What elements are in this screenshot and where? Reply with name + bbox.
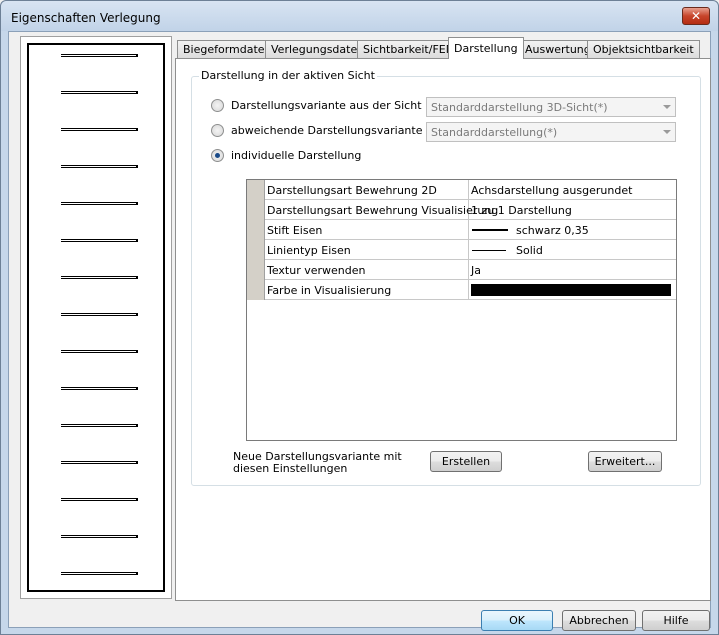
grid-row[interactable]: Linientyp Eisen Solid bbox=[247, 240, 676, 260]
chevron-down-icon bbox=[663, 105, 671, 109]
row-handle bbox=[247, 260, 265, 280]
row-handle bbox=[247, 280, 265, 300]
display-groupbox: Darstellung in der aktiven Sicht Darstel… bbox=[191, 69, 701, 486]
radio-label: abweichende Darstellungsvariante bbox=[231, 124, 423, 137]
radio-button[interactable] bbox=[211, 124, 224, 137]
row-handle bbox=[247, 180, 265, 200]
property-name: Stift Eisen bbox=[265, 220, 469, 240]
radio-button[interactable] bbox=[211, 99, 224, 112]
tab-sichtbarkeit-fem[interactable]: Sichtbarkeit/FEM bbox=[357, 40, 462, 58]
rebar-line bbox=[61, 165, 138, 168]
radio-button-checked[interactable] bbox=[211, 149, 224, 162]
property-value-linetype[interactable]: Solid bbox=[469, 240, 676, 260]
property-value[interactable]: Ja bbox=[469, 260, 676, 280]
tab-darstellung[interactable]: Darstellung bbox=[448, 37, 524, 59]
rebar-line bbox=[61, 313, 138, 316]
chevron-down-icon bbox=[663, 130, 671, 134]
property-name: Darstellungsart Bewehrung Visualisierung bbox=[265, 200, 498, 220]
property-name: Farbe in Visualisierung bbox=[265, 280, 469, 300]
view-variant-select: Standarddarstellung 3D-Sicht(*) bbox=[426, 97, 676, 117]
rebar-line bbox=[61, 350, 138, 353]
title-bar[interactable]: Eigenschaften Verlegung ✕ bbox=[1, 1, 718, 31]
pen-label: schwarz 0,35 bbox=[516, 224, 589, 237]
dialog-window: Eigenschaften Verlegung ✕ Biegeformdaten… bbox=[0, 0, 719, 635]
help-button[interactable]: Hilfe bbox=[642, 610, 710, 631]
tab-objektsichtbarkeit[interactable]: Objektsichtbarkeit bbox=[587, 40, 700, 58]
rebar-line bbox=[61, 239, 138, 242]
property-value-color[interactable] bbox=[469, 280, 676, 300]
ok-button[interactable]: OK bbox=[481, 610, 553, 631]
dialog-client: Biegeformdaten Verlegungsdaten Sichtbark… bbox=[8, 31, 711, 631]
advanced-button[interactable]: Erweitert... bbox=[588, 451, 662, 472]
property-name: Darstellungsart Bewehrung 2D bbox=[265, 180, 469, 200]
radio-label: individuelle Darstellung bbox=[231, 149, 362, 162]
grid-row[interactable]: Farbe in Visualisierung bbox=[247, 280, 676, 300]
rebar-preview bbox=[27, 43, 165, 592]
property-value-pen[interactable]: schwarz 0,35 bbox=[469, 220, 676, 240]
deviating-variant-select: Standarddarstellung(*) bbox=[426, 122, 676, 142]
property-value[interactable]: 1 zu 1 Darstellung bbox=[469, 200, 676, 220]
rebar-line bbox=[61, 461, 138, 464]
color-swatch bbox=[471, 284, 671, 296]
radio-label: Darstellungsvariante aus der Sicht bbox=[231, 99, 422, 112]
preview-panel bbox=[20, 36, 172, 599]
new-variant-label: Neue Darstellungsvariante mit diesen Ein… bbox=[233, 450, 402, 475]
row-handle bbox=[247, 240, 265, 260]
rebar-line bbox=[61, 128, 138, 131]
grid-row[interactable]: Textur verwenden Ja bbox=[247, 260, 676, 280]
select-value: Standarddarstellung(*) bbox=[431, 126, 558, 139]
property-name: Linientyp Eisen bbox=[265, 240, 469, 260]
grid-row[interactable]: Darstellungsart Bewehrung Visualisierung… bbox=[247, 200, 676, 220]
rebar-line bbox=[61, 91, 138, 94]
property-value[interactable]: Achsdarstellung ausgerundet bbox=[469, 180, 676, 200]
tab-auswertung[interactable]: Auswertung bbox=[519, 40, 597, 58]
linetype-label: Solid bbox=[516, 244, 543, 257]
row-handle bbox=[247, 200, 265, 220]
rebar-line bbox=[61, 572, 138, 575]
close-button[interactable]: ✕ bbox=[682, 7, 710, 25]
rebar-line bbox=[61, 202, 138, 205]
create-button[interactable]: Erstellen bbox=[430, 451, 502, 472]
close-icon: ✕ bbox=[690, 9, 702, 23]
pen-line-sample bbox=[472, 229, 508, 231]
grid-row[interactable]: Darstellungsart Bewehrung 2D Achsdarstel… bbox=[247, 180, 676, 200]
rebar-line bbox=[61, 276, 138, 279]
rebar-line bbox=[61, 498, 138, 501]
rebar-line bbox=[61, 387, 138, 390]
cancel-button[interactable]: Abbrechen bbox=[562, 610, 636, 631]
property-name: Textur verwenden bbox=[265, 260, 469, 280]
tab-verlegungsdaten[interactable]: Verlegungsdaten bbox=[265, 40, 371, 58]
row-handle bbox=[247, 220, 265, 240]
linetype-sample bbox=[472, 250, 506, 251]
tab-panel-darstellung: Darstellung in der aktiven Sicht Darstel… bbox=[175, 58, 711, 601]
rebar-line bbox=[61, 424, 138, 427]
grid-row[interactable]: Stift Eisen schwarz 0,35 bbox=[247, 220, 676, 240]
property-grid: Darstellungsart Bewehrung 2D Achsdarstel… bbox=[246, 179, 677, 441]
select-value: Standarddarstellung 3D-Sicht(*) bbox=[431, 101, 608, 114]
group-title: Darstellung in der aktiven Sicht bbox=[199, 69, 377, 82]
tab-biegeformdaten[interactable]: Biegeformdaten bbox=[177, 40, 278, 58]
window-title: Eigenschaften Verlegung bbox=[11, 11, 161, 25]
rebar-line bbox=[61, 535, 138, 538]
rebar-line bbox=[61, 54, 138, 57]
